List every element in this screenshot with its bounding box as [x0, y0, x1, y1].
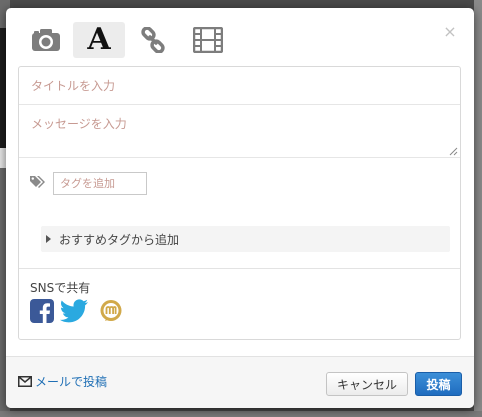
- caret-right-icon: [46, 235, 51, 243]
- post-type-toolbar: A ×: [6, 8, 474, 62]
- text-icon: A: [87, 22, 111, 57]
- share-label: SNSで共有: [30, 281, 91, 295]
- tag-icon: [30, 176, 45, 188]
- post-by-mail-link[interactable]: メールで投稿: [18, 373, 107, 390]
- cancel-button[interactable]: キャンセル: [326, 372, 408, 396]
- twitter-icon[interactable]: [59, 299, 89, 325]
- film-icon: [193, 27, 223, 53]
- link-post-button[interactable]: [127, 22, 179, 58]
- tag-row: [19, 167, 460, 203]
- close-icon[interactable]: ×: [443, 24, 457, 40]
- text-post-button[interactable]: A: [73, 22, 125, 58]
- post-by-mail-label: メールで投稿: [35, 375, 108, 389]
- facebook-icon[interactable]: [30, 299, 54, 323]
- recommended-tags-label: おすすめタグから追加: [59, 233, 180, 247]
- post-button[interactable]: 投稿: [415, 372, 462, 396]
- video-post-button[interactable]: [182, 22, 234, 58]
- resize-grip-icon[interactable]: [449, 147, 458, 156]
- divider: [19, 268, 460, 269]
- tag-input[interactable]: [53, 172, 147, 195]
- mail-icon: [18, 376, 32, 387]
- background-page-right: [474, 0, 482, 417]
- camera-icon: [32, 29, 60, 51]
- background-page-bottom: [0, 411, 482, 417]
- recommended-tags-toggle[interactable]: おすすめタグから追加: [41, 226, 450, 252]
- post-dialog: A × タイトルを入力 メッセージを入力 タグを追加 おすすめタグから追加 SN…: [6, 8, 474, 408]
- dialog-footer: メールで投稿 キャンセル 投稿: [6, 356, 474, 408]
- message-input[interactable]: [19, 105, 460, 158]
- title-input[interactable]: [19, 67, 460, 105]
- photo-post-button[interactable]: [20, 22, 72, 58]
- post-form: おすすめタグから追加 SNSで共有: [18, 66, 461, 340]
- mixi-icon[interactable]: [99, 299, 123, 323]
- link-icon: [141, 27, 165, 53]
